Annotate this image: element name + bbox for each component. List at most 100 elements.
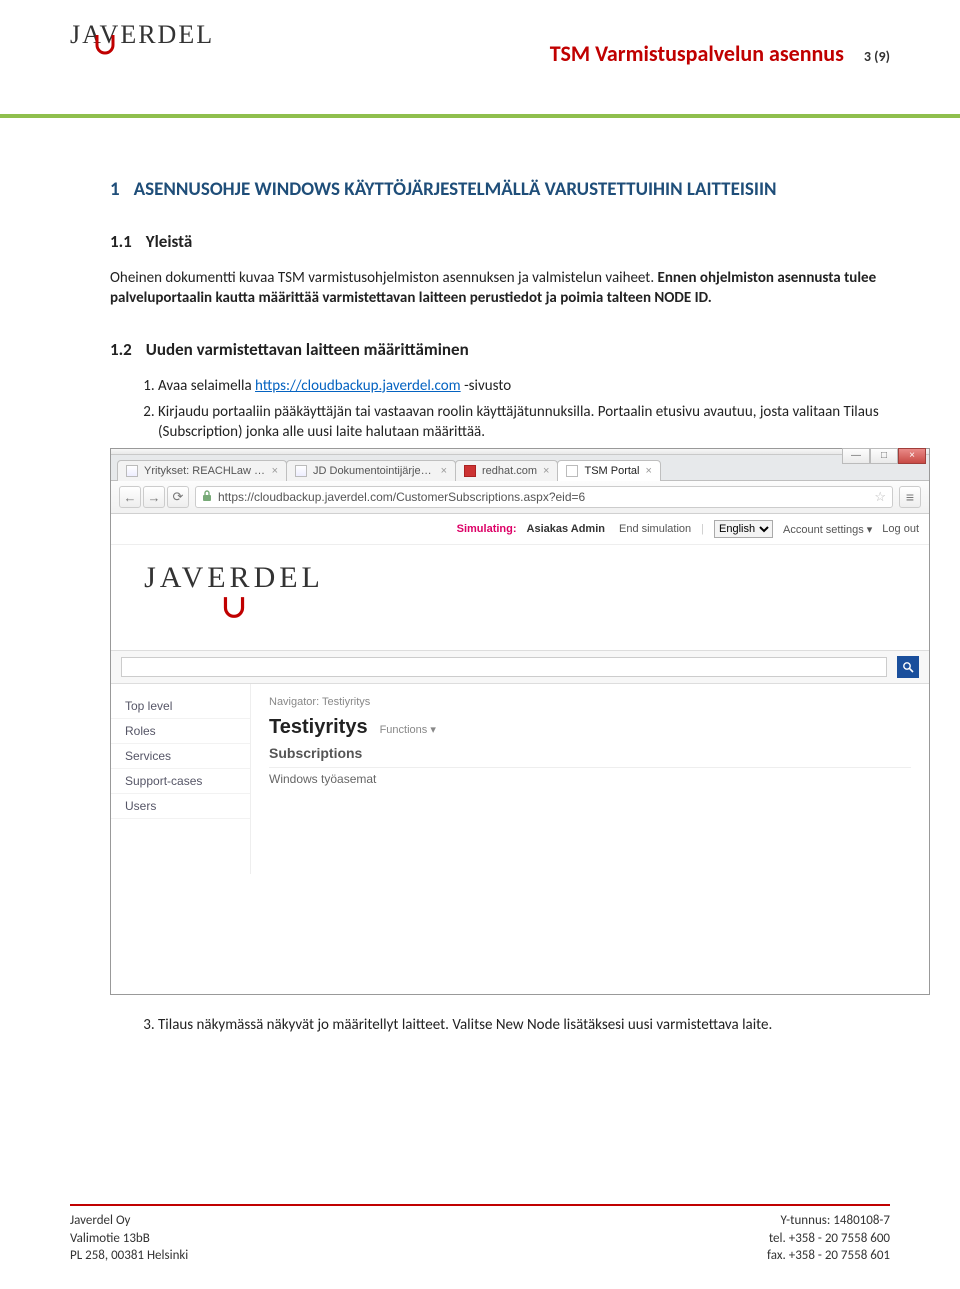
step-1: Avaa selaimella https://cloudbackup.jave… bbox=[158, 376, 880, 396]
separator: | bbox=[701, 523, 704, 535]
search-icon bbox=[902, 661, 914, 673]
logout-link[interactable]: Log out bbox=[882, 523, 919, 535]
para-1-1-text: Oheinen dokumentti kuvaa TSM varmistusoh… bbox=[110, 269, 658, 287]
search-button[interactable] bbox=[897, 656, 919, 678]
browser-tab[interactable]: JD Dokumentointijärjeste × bbox=[286, 460, 456, 481]
breadcrumb-input[interactable] bbox=[121, 657, 887, 677]
portal-whitespace bbox=[111, 874, 929, 994]
sidebar-item-services[interactable]: Services bbox=[111, 744, 250, 769]
subscriptions-heading: Subscriptions bbox=[269, 745, 911, 761]
step-1-pre: Avaa selaimella bbox=[158, 377, 255, 395]
simulating-label: Simulating: bbox=[457, 523, 517, 535]
sidebar-item-support-cases[interactable]: Support-cases bbox=[111, 769, 250, 794]
heading-1-title: ASENNUSOHJE WINDOWS KÄYTTÖJÄRJESTELMÄLLÄ… bbox=[134, 178, 777, 201]
favicon-icon bbox=[126, 465, 138, 477]
doc-title-row: TSM Varmistuspalvelun asennus 3 (9) bbox=[550, 40, 890, 67]
heading-1-2: 1.2 Uuden varmistettavan laitteen määrit… bbox=[110, 339, 880, 360]
favicon-icon bbox=[464, 465, 476, 477]
window-minimize-button[interactable]: — bbox=[842, 448, 870, 464]
window-chrome: — □ × bbox=[111, 449, 929, 455]
favicon-icon bbox=[295, 465, 307, 477]
doc-title: TSM Varmistuspalvelun asennus bbox=[550, 40, 844, 67]
simulating-user: Asiakas Admin bbox=[527, 523, 605, 535]
heading-1-number: 1 bbox=[110, 178, 120, 201]
functions-dropdown[interactable]: Functions ▾ bbox=[380, 723, 436, 736]
content: 1 ASENNUSOHJE WINDOWS KÄYTTÖJÄRJESTELMÄL… bbox=[70, 118, 890, 1036]
footer-ytunnus: Y-tunnus: 1480108-7 bbox=[767, 1212, 890, 1230]
window-close-button[interactable]: × bbox=[898, 448, 926, 464]
logo-text: JAVERDEL bbox=[70, 20, 214, 50]
tab-label: JD Dokumentointijärjeste bbox=[313, 465, 435, 477]
step-2: Kirjaudu portaaliin pääkäyttäjän tai vas… bbox=[158, 402, 880, 443]
heading-1-1: 1.1 Yleistä bbox=[110, 231, 880, 252]
footer-address1: Valimotie 13bB bbox=[70, 1230, 188, 1248]
heading-1-2-number: 1.2 bbox=[110, 339, 132, 360]
address-box[interactable]: https://cloudbackup.javerdel.com/Custome… bbox=[195, 486, 893, 508]
end-simulation-link[interactable]: End simulation bbox=[619, 523, 691, 535]
heading-1-1-title: Yleistä bbox=[146, 231, 192, 252]
sidebar-item-users[interactable]: Users bbox=[111, 794, 250, 819]
step-1-post: -sivusto bbox=[461, 377, 511, 395]
footer-address2: PL 258, 00381 Helsinki bbox=[70, 1247, 188, 1265]
footer-company: Javerdel Oy bbox=[70, 1212, 188, 1230]
tab-label: TSM Portal bbox=[584, 465, 639, 477]
language-select[interactable]: English bbox=[714, 520, 773, 538]
step-3: Tilaus näkymässä näkyvät jo määritellyt … bbox=[158, 1015, 880, 1035]
window-maximize-button[interactable]: □ bbox=[870, 448, 898, 464]
subscription-item[interactable]: Windows työasemat bbox=[269, 767, 911, 790]
tab-close-icon[interactable]: × bbox=[645, 465, 651, 477]
browser-tab-active[interactable]: TSM Portal × bbox=[557, 460, 660, 481]
tab-close-icon[interactable]: × bbox=[441, 465, 447, 477]
window-controls: — □ × bbox=[842, 448, 926, 464]
heading-1-2-title: Uuden varmistettavan laitteen määrittämi… bbox=[146, 339, 469, 360]
nav-back-button[interactable]: ← bbox=[119, 486, 141, 508]
footer-fax: fax. +358 - 20 7558 601 bbox=[767, 1247, 890, 1265]
navigator-value: Testiyritys bbox=[322, 696, 370, 708]
company-name: Testiyritys bbox=[269, 716, 368, 739]
lock-icon bbox=[202, 490, 212, 505]
portal-main: Navigator: Testiyritys Testiyritys Funct… bbox=[251, 684, 929, 874]
browser-menu-button[interactable]: ≡ bbox=[899, 486, 921, 508]
browser-tabstrip: Yritykset: REACHLaw Oy - × JD Dokumentoi… bbox=[111, 455, 929, 481]
footer-left: Javerdel Oy Valimotie 13bB PL 258, 00381… bbox=[70, 1212, 188, 1265]
footer-right: Y-tunnus: 1480108-7 tel. +358 - 20 7558 … bbox=[767, 1212, 890, 1265]
favicon-icon bbox=[566, 465, 578, 477]
company-row: Testiyritys Functions ▾ bbox=[269, 716, 911, 739]
browser-tab[interactable]: redhat.com × bbox=[455, 460, 558, 481]
tab-label: redhat.com bbox=[482, 465, 537, 477]
browser-tab[interactable]: Yritykset: REACHLaw Oy - × bbox=[117, 460, 287, 481]
navigator-line: Navigator: Testiyritys bbox=[269, 696, 911, 708]
nav-buttons: ← → ⟳ bbox=[119, 486, 189, 508]
portal-body: Top level Roles Services Support-cases U… bbox=[111, 684, 929, 874]
portal-logo-area: JAVERDEL bbox=[111, 545, 929, 650]
logo: JAVERDEL bbox=[70, 20, 214, 50]
tab-label: Yritykset: REACHLaw Oy - bbox=[144, 465, 266, 477]
tab-close-icon[interactable]: × bbox=[543, 465, 549, 477]
navigator-label: Navigator: bbox=[269, 696, 319, 708]
logo-mark-icon bbox=[94, 33, 116, 63]
steps-list: Avaa selaimella https://cloudbackup.jave… bbox=[110, 376, 880, 443]
footer-tel: tel. +358 - 20 7558 600 bbox=[767, 1230, 890, 1248]
tab-close-icon[interactable]: × bbox=[272, 465, 278, 477]
page-indicator: 3 (9) bbox=[864, 48, 890, 65]
doc-header: JAVERDEL TSM Varmistuspalvelun asennus 3… bbox=[70, 20, 890, 73]
portal-screenshot: — □ × Yritykset: REACHLaw Oy - × JD Doku… bbox=[110, 448, 930, 995]
doc-footer: Javerdel Oy Valimotie 13bB PL 258, 00381… bbox=[70, 1204, 890, 1265]
nav-reload-button[interactable]: ⟳ bbox=[167, 486, 189, 508]
portal-toolbar bbox=[111, 650, 929, 684]
portal-sidebar: Top level Roles Services Support-cases U… bbox=[111, 684, 251, 874]
nav-forward-button[interactable]: → bbox=[143, 486, 165, 508]
bookmark-star-icon[interactable]: ☆ bbox=[874, 489, 886, 505]
browser-addressbar: ← → ⟳ https://cloudbackup.javerdel.com/C… bbox=[111, 481, 929, 514]
account-settings-link[interactable]: Account settings ▾ bbox=[783, 523, 872, 536]
para-1-1: Oheinen dokumentti kuvaa TSM varmistusoh… bbox=[110, 268, 880, 309]
steps-list-cont: Tilaus näkymässä näkyvät jo määritellyt … bbox=[110, 1015, 880, 1035]
heading-1-1-number: 1.1 bbox=[110, 231, 132, 252]
heading-1: 1 ASENNUSOHJE WINDOWS KÄYTTÖJÄRJESTELMÄL… bbox=[110, 178, 880, 201]
portal-utility-bar: Simulating: Asiakas Admin End simulation… bbox=[111, 514, 929, 545]
step-1-link[interactable]: https://cloudbackup.javerdel.com bbox=[255, 377, 461, 395]
address-url: https://cloudbackup.javerdel.com/Custome… bbox=[218, 490, 585, 504]
portal-logo-mark-icon bbox=[221, 595, 247, 630]
sidebar-item-roles[interactable]: Roles bbox=[111, 719, 250, 744]
sidebar-item-top-level[interactable]: Top level bbox=[111, 694, 250, 719]
